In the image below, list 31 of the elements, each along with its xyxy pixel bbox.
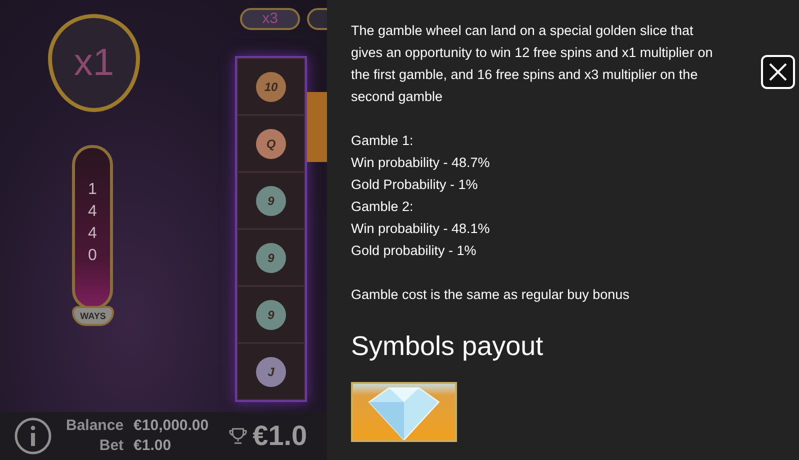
trophy-icon [228,428,247,444]
info-text: The gamble wheel can land on a special golden slice that gives an opportunity to win 12 free spins and x1 multiplier on the first gamble, and 16 free spins and x3 multiplier on the second gamble [351,22,714,106]
info-text: Gold probability - 1% [351,242,478,260]
section-heading: Symbols payout [351,330,544,362]
close-button[interactable] [761,55,795,89]
multiplier-pill: x3 [240,8,300,30]
bet-label: Bet [98,436,124,456]
ways-label: WAYS [72,306,114,326]
symbol-coin: 9 [256,242,286,272]
close-icon [768,62,788,82]
symbol-coin: 9 [256,300,286,330]
info-text: Gamble 2: [351,198,414,216]
info-text: Gamble 1: [351,132,414,150]
multiplier-badge: x1 [48,14,140,112]
ways-digit: 0 [88,246,97,266]
info-text: Gamble cost is the same as regular buy bonus [351,286,630,304]
symbol-coin: 9 [256,186,286,216]
balance-value: €10,000.00 [134,416,209,436]
info-icon[interactable] [14,417,52,455]
symbol-coin: 10 [256,72,286,102]
symbol-coin: Q [256,128,286,158]
ways-digit: 4 [88,224,97,244]
win-amount: €1.0 [252,419,308,453]
info-text: Gold Probability - 1% [351,176,479,194]
bet-value: €1.00 [134,436,172,456]
symbol-coin: J [256,356,286,386]
ways-digit: 1 [88,180,97,200]
info-text: Win probability - 48.7% [351,154,491,172]
ways-digit: 4 [88,202,97,222]
balance-label: Balance [66,416,124,436]
info-text: Win probability - 48.1% [351,220,491,238]
